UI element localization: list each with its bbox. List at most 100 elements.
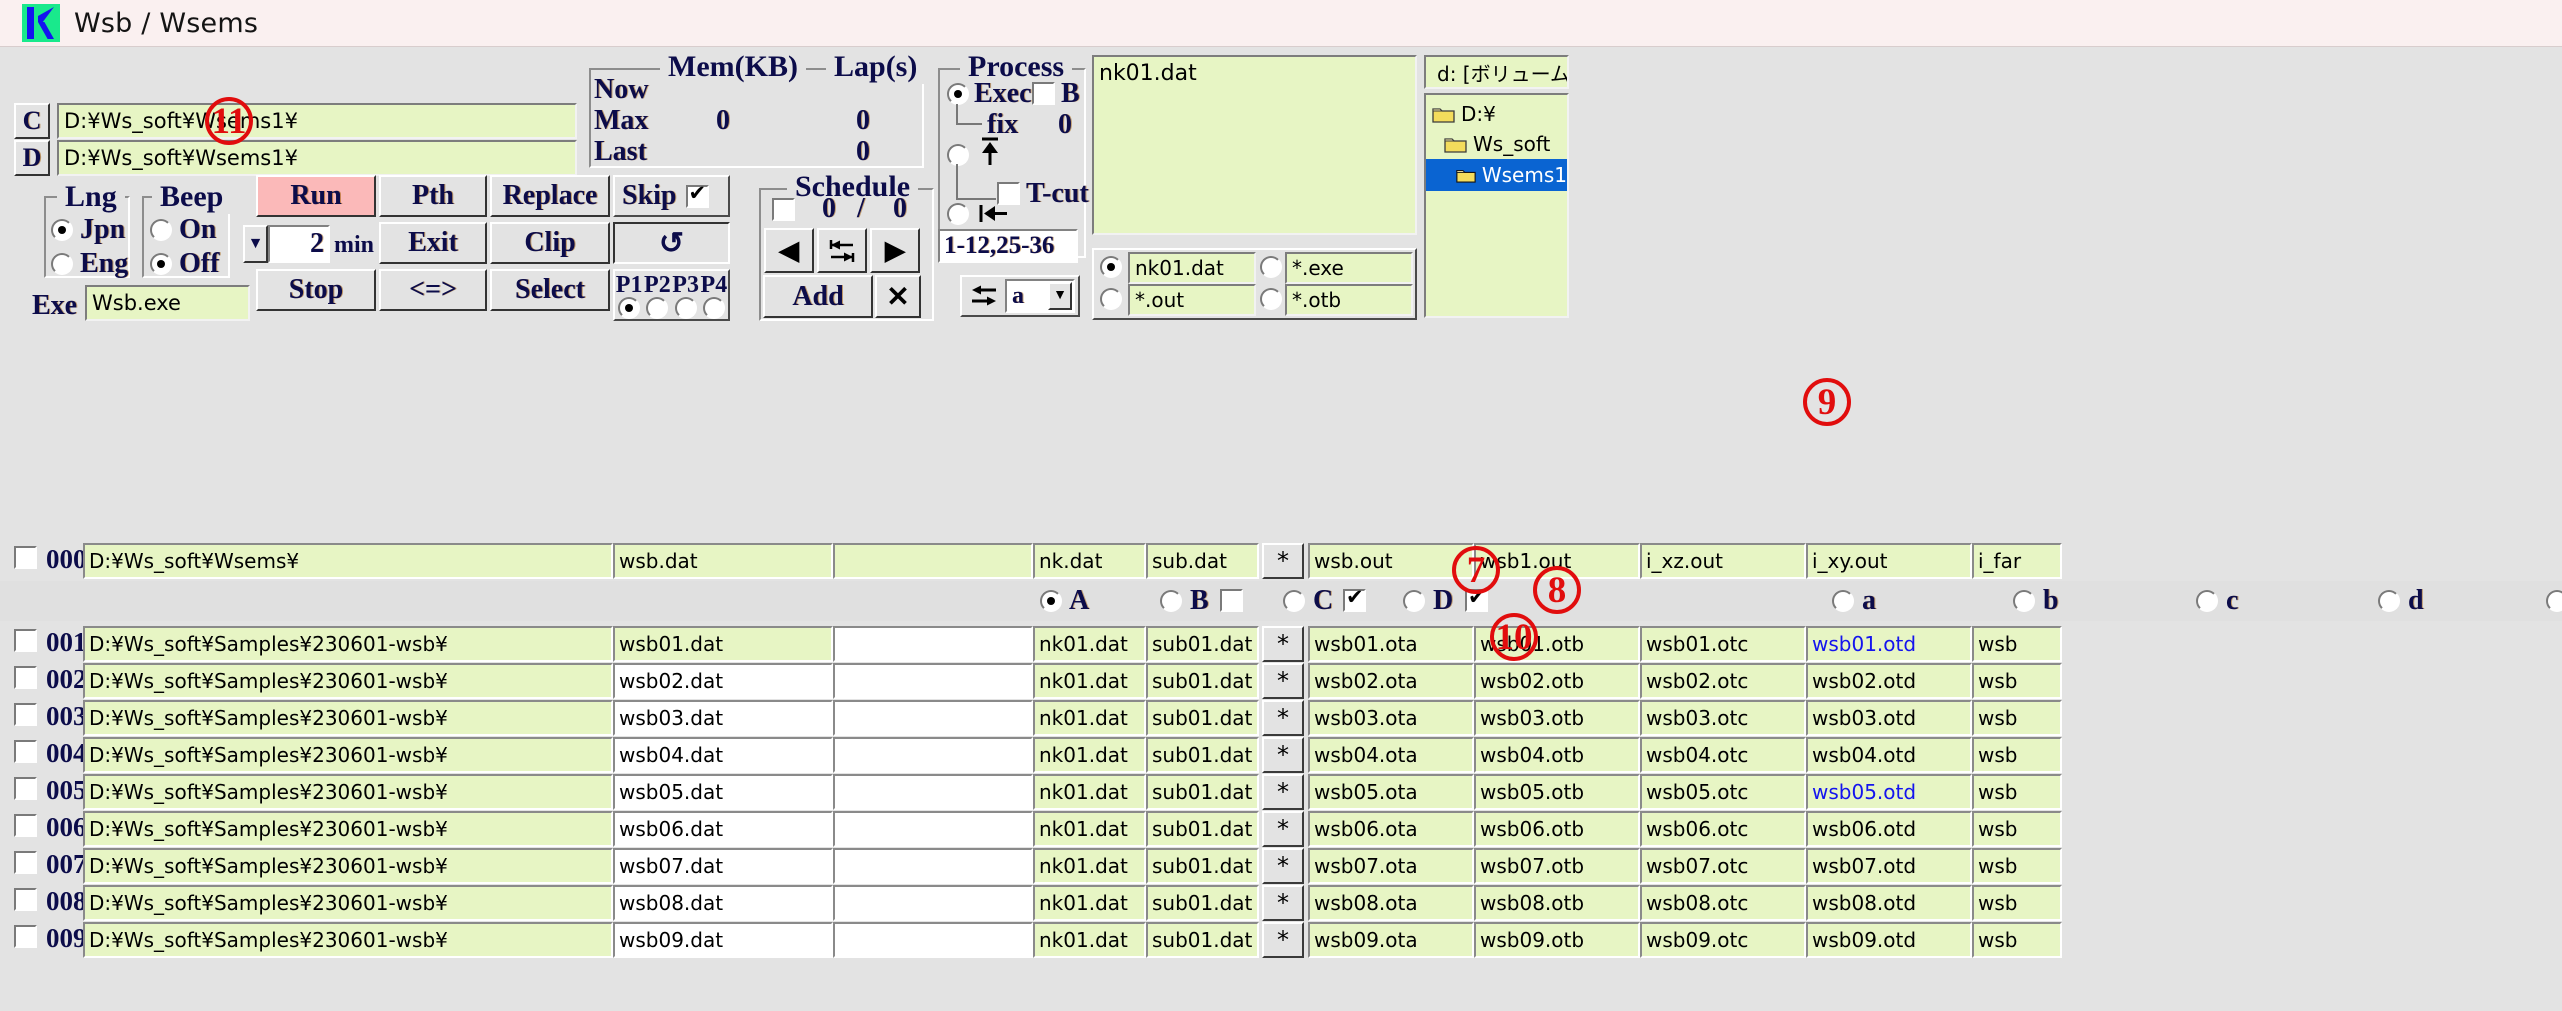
row-001-star[interactable]: * [1262,626,1304,662]
row-008-o5[interactable]: wsb [1972,885,2062,921]
row-005-o2[interactable]: wsb05.otb [1474,774,1640,810]
row-009-star[interactable]: * [1262,922,1304,958]
row-006-c2[interactable] [833,811,1033,847]
skip-checkbox[interactable] [685,181,709,208]
path-d-button[interactable]: D [14,140,50,176]
clip-button[interactable]: Clip [490,222,610,264]
row-004-o1[interactable]: wsb04.ota [1308,737,1474,773]
row-009-o2[interactable]: wsb09.otb [1474,922,1640,958]
selector-radio-D[interactable] [1403,590,1425,612]
replace-button[interactable]: Replace [490,175,610,217]
lng-eng-radio[interactable] [51,253,73,275]
row-009-checkbox[interactable] [14,925,37,948]
lng-option-eng[interactable]: Eng [51,248,128,280]
swap-button[interactable]: <=> [379,269,487,311]
row-004-c2[interactable] [833,737,1033,773]
exe-input[interactable]: Wsb.exe [85,285,250,321]
row-008-o3[interactable]: wsb08.otc [1640,885,1806,921]
schedule-swap-button[interactable] [817,228,867,273]
row-006-c3[interactable]: nk01.dat [1033,811,1146,847]
row-008-star[interactable]: * [1262,885,1304,921]
tree-item-2[interactable]: Wsems1 [1426,159,1567,191]
row-000-o1[interactable]: wsb.out [1308,543,1474,579]
row-005-o3[interactable]: wsb05.otc [1640,774,1806,810]
row-001-checkbox[interactable] [14,629,37,652]
row-006-star[interactable]: * [1262,811,1304,847]
row-005-c3[interactable]: nk01.dat [1033,774,1146,810]
row-009-c1[interactable]: wsb09.dat [613,922,833,958]
row-003-o5[interactable]: wsb [1972,700,2062,736]
row-000-c3[interactable]: nk.dat [1033,543,1146,579]
beep-option-on[interactable]: On [150,214,216,246]
selector-radio-d[interactable] [2378,590,2400,612]
row-004-c3[interactable]: nk01.dat [1033,737,1146,773]
row-004-o3[interactable]: wsb04.otc [1640,737,1806,773]
beep-option-off[interactable]: Off [150,248,219,280]
selector-radio-b[interactable] [2013,590,2035,612]
row-003-c3[interactable]: nk01.dat [1033,700,1146,736]
tree-item-0[interactable]: D:¥ [1426,99,1567,129]
row-002-c1[interactable]: wsb02.dat [613,663,833,699]
row-000-o5[interactable]: i_far [1972,543,2062,579]
row-008-c2[interactable] [833,885,1033,921]
row-000-o4[interactable]: i_xy.out [1806,543,1972,579]
row-004-c4[interactable]: sub01.dat [1146,737,1259,773]
row-003-o3[interactable]: wsb03.otc [1640,700,1806,736]
row-004-checkbox[interactable] [14,740,37,763]
row-007-o5[interactable]: wsb [1972,848,2062,884]
folder-tree[interactable]: D:¥ Ws_soft Wsems1 [1424,93,1569,318]
row-002-o3[interactable]: wsb02.otc [1640,663,1806,699]
row-001-c3[interactable]: nk01.dat [1033,626,1146,662]
process-up-radio[interactable] [947,144,969,166]
stop-button[interactable]: Stop [256,269,376,311]
lng-option-jpn[interactable]: Jpn [51,214,125,246]
row-006-o3[interactable]: wsb06.otc [1640,811,1806,847]
row-008-o2[interactable]: wsb08.otb [1474,885,1640,921]
row-005-o4[interactable]: wsb05.otd [1806,774,1972,810]
row-004-path[interactable]: D:¥Ws_soft¥Samples¥230601-wsb¥ [83,737,613,773]
row-005-o5[interactable]: wsb [1972,774,2062,810]
row-003-c2[interactable] [833,700,1033,736]
row-006-checkbox[interactable] [14,814,37,837]
beep-on-radio[interactable] [150,219,172,241]
filter-radio-2[interactable] [1100,288,1122,310]
row-000-star[interactable]: * [1262,543,1304,579]
row-002-path[interactable]: D:¥Ws_soft¥Samples¥230601-wsb¥ [83,663,613,699]
row-002-o1[interactable]: wsb02.ota [1308,663,1474,699]
row-007-o1[interactable]: wsb07.ota [1308,848,1474,884]
pset-radio-p3[interactable] [674,297,697,319]
filter-radio-1[interactable] [1260,256,1282,278]
path-c-input[interactable]: D:¥Ws_soft¥Wsems1¥ [57,103,577,139]
row-005-c2[interactable] [833,774,1033,810]
filter-radio-0[interactable] [1100,256,1122,278]
row-000-c2[interactable] [833,543,1033,579]
process-exec-radio[interactable] [947,83,969,105]
process-left-radio[interactable] [947,203,969,225]
row-007-c2[interactable] [833,848,1033,884]
row-002-o5[interactable]: wsb [1972,663,2062,699]
process-b-checkbox[interactable] [1032,82,1055,105]
schedule-next-button[interactable]: ▶ [870,228,920,273]
schedule-close-button[interactable]: ✕ [875,275,921,318]
pset-radio-p1[interactable] [618,297,641,319]
row-001-o3[interactable]: wsb01.otc [1640,626,1806,662]
row-005-checkbox[interactable] [14,777,37,800]
row-004-c1[interactable]: wsb04.dat [613,737,833,773]
row-004-o4[interactable]: wsb04.otd [1806,737,1972,773]
row-003-o1[interactable]: wsb03.ota [1308,700,1474,736]
row-001-c4[interactable]: sub01.dat [1146,626,1259,662]
row-007-o2[interactable]: wsb07.otb [1474,848,1640,884]
selector-checkbox-C[interactable] [1343,585,1366,612]
reload-button[interactable]: ↺ [613,222,730,264]
row-007-checkbox[interactable] [14,851,37,874]
row-009-o3[interactable]: wsb09.otc [1640,922,1806,958]
row-006-c1[interactable]: wsb06.dat [613,811,833,847]
tree-item-1[interactable]: Ws_soft [1426,129,1567,159]
filter-input-1[interactable]: *.exe [1285,252,1413,284]
row-008-c4[interactable]: sub01.dat [1146,885,1259,921]
row-004-o2[interactable]: wsb04.otb [1474,737,1640,773]
swapsel-combobox[interactable]: a ▼ [1005,279,1075,313]
row-001-o1[interactable]: wsb01.ota [1308,626,1474,662]
row-002-checkbox[interactable] [14,666,37,689]
selector-radio-a[interactable] [1832,590,1854,612]
